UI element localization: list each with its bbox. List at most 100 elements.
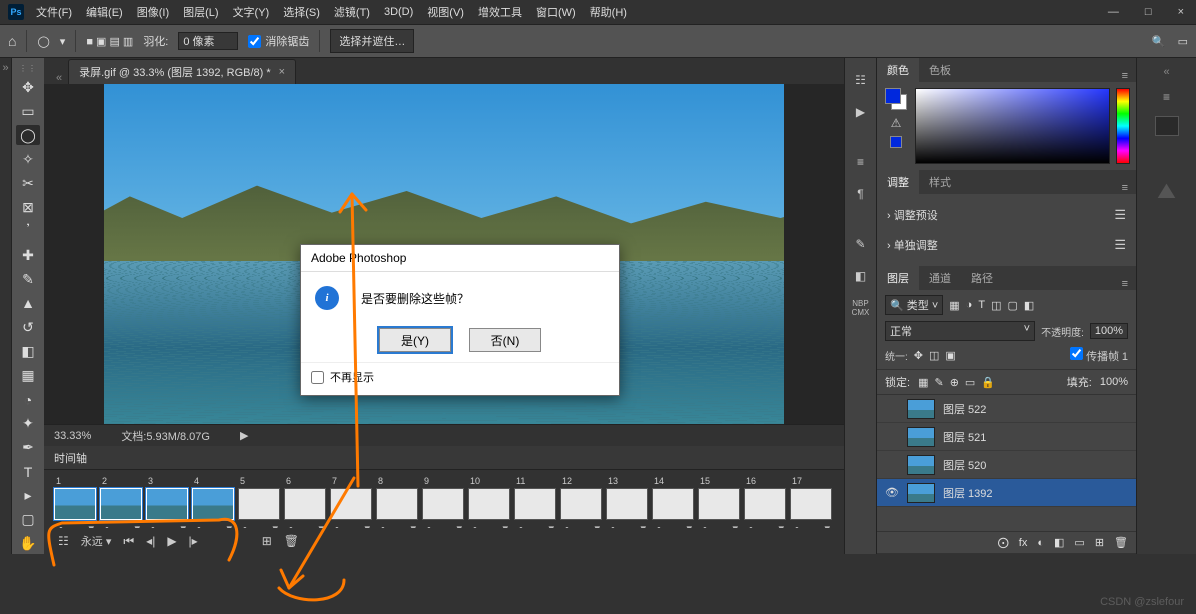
close-button[interactable]: ×	[1174, 6, 1188, 18]
next-frame-icon[interactable]: |▸	[189, 534, 198, 548]
prev-frame-icon[interactable]: ◂|	[146, 534, 155, 548]
tool-caret-icon[interactable]: ▾	[60, 35, 66, 48]
eyedropper-tool[interactable]: 𝄒	[16, 221, 40, 241]
select-and-mask-button[interactable]: 选择并遮住…	[330, 29, 414, 53]
layer-footer-icon[interactable]: ⨀	[998, 536, 1009, 549]
lasso-tool-icon[interactable]: ◯	[37, 35, 49, 48]
home-button[interactable]: ⌂	[8, 33, 16, 49]
menu-item[interactable]: 3D(D)	[384, 6, 413, 18]
layer-row[interactable]: 图层 522	[877, 395, 1136, 423]
blur-tool[interactable]: ◔	[16, 390, 40, 410]
zoom-level[interactable]: 33.33%	[54, 430, 91, 442]
nbp-plugin-icon[interactable]: NBP CMX	[851, 298, 871, 318]
channels-tab[interactable]: 通道	[919, 266, 961, 290]
clone-panel-icon[interactable]: ◧	[851, 266, 871, 286]
libraries-folder-icon[interactable]	[1155, 116, 1179, 136]
current-color-swatch[interactable]	[890, 136, 902, 148]
layer-footer-icon[interactable]: ⊞	[1095, 536, 1104, 549]
actions-panel-icon[interactable]: ▶	[851, 102, 871, 122]
timeline-frame[interactable]: 8.•.▾	[376, 476, 418, 528]
menu-item[interactable]: 图层(L)	[183, 4, 218, 20]
color-field[interactable]	[915, 88, 1110, 164]
menu-item[interactable]: 增效工具	[478, 4, 522, 20]
type-tool[interactable]: T	[16, 462, 40, 482]
feather-input[interactable]	[178, 32, 238, 50]
lasso-tool[interactable]: ◯	[16, 125, 40, 145]
timeline-frame[interactable]: 13.•.▾	[606, 476, 648, 528]
layer-filter-icons[interactable]: ▦◑T◫▢◧	[949, 299, 1034, 312]
path-select-tool[interactable]: ▸	[16, 486, 40, 506]
timeline-frame[interactable]: 2.•.▾	[100, 476, 142, 528]
dialog-yes-button[interactable]: 是(Y)	[379, 328, 451, 352]
frame-tool[interactable]: ⊠	[16, 197, 40, 217]
adjust-panel-menu-icon[interactable]: ≡	[1114, 182, 1136, 194]
toolbox-grip-icon[interactable]: ⋮⋮	[19, 64, 37, 73]
loop-select[interactable]: 永远 ▾	[81, 533, 112, 549]
magic-wand-tool[interactable]: ✧	[16, 149, 40, 169]
far-panel-menu-icon[interactable]: ≡	[1163, 90, 1170, 104]
healing-tool[interactable]: ✚	[16, 245, 40, 265]
layer-footer-icon[interactable]: ◐	[1037, 537, 1044, 549]
history-panel-icon[interactable]: ☷	[851, 70, 871, 90]
search-icon[interactable]: 🔍	[1152, 35, 1166, 48]
marquee-tool[interactable]: ▭	[16, 101, 40, 121]
minimize-button[interactable]: —	[1104, 6, 1123, 18]
layer-filter-kind[interactable]: 🔍 类型 ˅	[885, 295, 943, 315]
para-panel-icon[interactable]: ¶	[851, 184, 871, 204]
document-tab-close-icon[interactable]: ×	[279, 66, 285, 78]
eraser-tool[interactable]: ◧	[16, 342, 40, 362]
brushes-panel-icon[interactable]: ✎	[851, 234, 871, 254]
rectangle-tool[interactable]: ▢	[16, 510, 40, 530]
brush-tool[interactable]: ✎	[16, 269, 40, 289]
layer-footer-icon[interactable]: ▭	[1074, 536, 1084, 549]
timeline-frame[interactable]: 3.•.▾	[146, 476, 188, 528]
menu-item[interactable]: 编辑(E)	[86, 4, 123, 20]
swatches-tab[interactable]: 色板	[919, 58, 961, 82]
menu-item[interactable]: 图像(I)	[137, 4, 169, 20]
timeline-frame[interactable]: 5.•.▾	[238, 476, 280, 528]
blend-mode-select[interactable]: 正常 ˅	[885, 321, 1035, 341]
lock-icons[interactable]: ▦✎⊕▭🔒	[918, 376, 995, 389]
first-frame-icon[interactable]: ⏮	[123, 534, 134, 549]
color-tab[interactable]: 颜色	[877, 58, 919, 82]
selection-mode-icons[interactable]: ■ ▣ ▤ ▥	[86, 35, 133, 48]
duplicate-frame-icon[interactable]: ⊞	[262, 534, 272, 548]
layer-footer-icon[interactable]: ◧	[1054, 536, 1064, 549]
adj-single-row[interactable]: 单独调整☰	[877, 230, 1136, 260]
maximize-button[interactable]: □	[1141, 6, 1156, 18]
canvas-area[interactable]: Adobe Photoshop i 是否要删除这些帧？ 是(Y) 否(N) 不再…	[44, 84, 844, 424]
char-panel-icon[interactable]: ≡	[851, 152, 871, 172]
layer-row[interactable]: 图层 521	[877, 423, 1136, 451]
menu-item[interactable]: 窗口(W)	[536, 4, 576, 20]
expand-icon[interactable]: »	[0, 58, 11, 74]
layer-row[interactable]: 图层 520	[877, 451, 1136, 479]
timeline-frame[interactable]: 14.•.▾	[652, 476, 694, 528]
pen-tool[interactable]: ✒	[16, 438, 40, 458]
collapse-icon[interactable]: «	[50, 72, 68, 84]
workspace-icon[interactable]: ▭	[1178, 35, 1188, 48]
dont-show-checkbox[interactable]	[311, 371, 324, 384]
stamp-tool[interactable]: ▲	[16, 293, 40, 313]
crop-tool[interactable]: ✂	[16, 173, 40, 193]
styles-tab[interactable]: 样式	[919, 170, 961, 194]
menu-item[interactable]: 文件(F)	[36, 4, 72, 20]
collapse-far-icon[interactable]: «	[1163, 66, 1169, 78]
timeline-frame[interactable]: 16.•.▾	[744, 476, 786, 528]
delete-frame-icon[interactable]: 🗑	[284, 534, 299, 548]
timeline-frame[interactable]: 6.•.▾	[284, 476, 326, 528]
menu-item[interactable]: 滤镜(T)	[334, 4, 370, 20]
timeline-frames[interactable]: 1.•.▾2.•.▾3.•.▾4.•.▾5.•.▾6.•.▾7.•.▾8.•.▾…	[44, 470, 844, 528]
timeline-frame[interactable]: 9.•.▾	[422, 476, 464, 528]
play-icon[interactable]: ▶	[167, 534, 176, 548]
visibility-icon[interactable]: 👁	[885, 486, 899, 499]
timeline-frame[interactable]: 4.•.▾	[192, 476, 234, 528]
layer-footer-icon[interactable]: 🗑	[1114, 536, 1128, 549]
menu-item[interactable]: 帮助(H)	[590, 4, 627, 20]
fill-value[interactable]: 100%	[1100, 376, 1128, 388]
status-arrow-icon[interactable]: ▶	[240, 429, 248, 442]
timeline-frame[interactable]: 15.•.▾	[698, 476, 740, 528]
gamut-warning-icon[interactable]: ⚠	[891, 116, 902, 130]
gradient-tool[interactable]: ▦	[16, 366, 40, 386]
propagate-checkbox[interactable]: 传播帧 1	[1070, 347, 1128, 364]
timeline-frame[interactable]: 7.•.▾	[330, 476, 372, 528]
